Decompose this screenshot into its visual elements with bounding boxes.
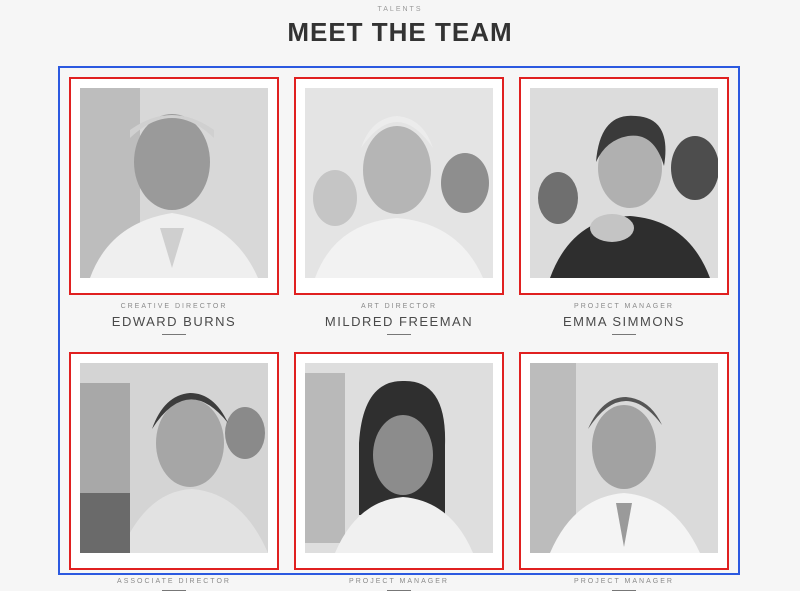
member-name: EDWARD BURNS	[111, 314, 237, 329]
member-role: ASSOCIATE DIRECTOR	[117, 578, 231, 585]
member-role: ART DIRECTOR	[360, 303, 438, 310]
member-name: MILDRED FREEMAN	[324, 314, 474, 329]
member-role: PROJECT MANAGER	[349, 578, 449, 585]
team-card[interactable]: PROJECT MANAGER	[519, 352, 729, 591]
team-photo	[530, 363, 718, 553]
team-card[interactable]: ASSOCIATE DIRECTOR	[69, 352, 279, 591]
team-photo	[80, 363, 268, 553]
team-photo	[305, 363, 493, 553]
section-title: MEET THE TEAM	[287, 17, 513, 47]
team-card[interactable]: PROJECT MANAGER EMMA SIMMONS	[519, 77, 729, 335]
name-underline	[387, 334, 411, 335]
member-role: PROJECT MANAGER	[574, 578, 674, 585]
photo-frame[interactable]	[519, 77, 729, 295]
member-role: PROJECT MANAGER	[574, 303, 674, 310]
team-card[interactable]: CREATIVE DIRECTOR EDWARD BURNS	[69, 77, 279, 335]
member-role: CREATIVE DIRECTOR	[120, 303, 228, 310]
team-card[interactable]: PROJECT MANAGER	[294, 352, 504, 591]
team-card[interactable]: ART DIRECTOR MILDRED FREEMAN	[294, 77, 504, 335]
name-underline	[162, 334, 186, 335]
team-photo	[530, 88, 718, 278]
team-grid: CREATIVE DIRECTOR EDWARD BURNS ART DIREC…	[58, 66, 740, 591]
team-photo	[305, 88, 493, 278]
photo-frame[interactable]	[69, 352, 279, 570]
photo-frame[interactable]	[294, 77, 504, 295]
team-photo	[80, 88, 268, 278]
photo-frame[interactable]	[294, 352, 504, 570]
member-name: EMMA SIMMONS	[562, 314, 685, 329]
photo-frame[interactable]	[519, 352, 729, 570]
photo-frame[interactable]	[69, 77, 279, 295]
name-underline	[612, 334, 636, 335]
section-eyebrow: TALENTS	[377, 6, 423, 13]
